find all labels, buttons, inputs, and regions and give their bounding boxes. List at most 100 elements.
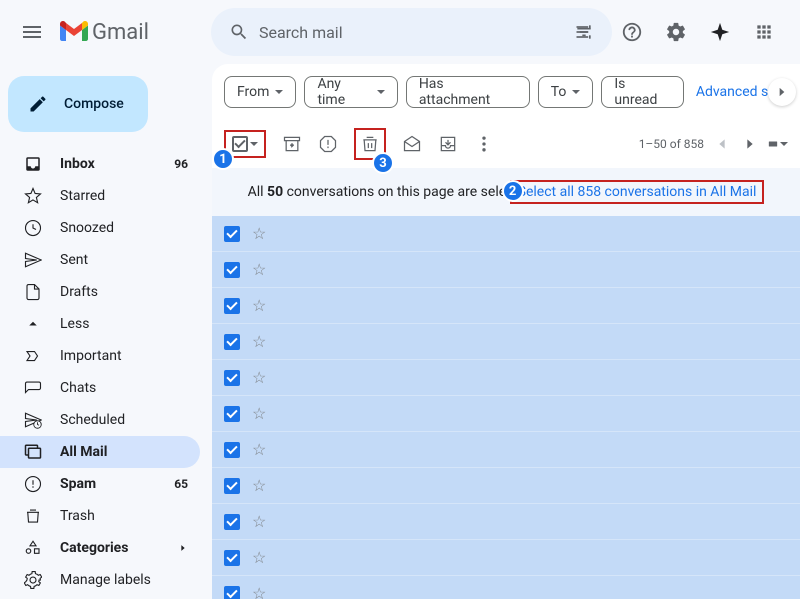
gemini-button[interactable] bbox=[700, 12, 740, 52]
row-checkbox[interactable] bbox=[224, 262, 240, 278]
row-checkbox[interactable] bbox=[224, 586, 240, 599]
spam-label: Spam bbox=[60, 476, 174, 492]
sidebar-item-scheduled[interactable]: Scheduled bbox=[0, 404, 200, 436]
mail-row[interactable]: ☆ bbox=[212, 324, 800, 360]
prev-page-button[interactable] bbox=[712, 134, 732, 154]
main-menu-button[interactable] bbox=[8, 8, 56, 56]
mail-list[interactable]: ☆ ☆ ☆ ☆ ☆ ☆ ☆ ☆ ☆ ☆ ☆ bbox=[212, 216, 800, 599]
mail-row[interactable]: ☆ bbox=[212, 252, 800, 288]
chevron-right-icon bbox=[775, 85, 789, 99]
sidebar-item-spam[interactable]: Spam65 bbox=[0, 468, 200, 500]
banner-text-prefix: All bbox=[248, 184, 267, 200]
mail-row[interactable]: ☆ bbox=[212, 360, 800, 396]
star-button[interactable]: ☆ bbox=[252, 404, 266, 423]
delete-button[interactable]: 3 bbox=[354, 128, 386, 160]
scheduled-label: Scheduled bbox=[60, 412, 188, 428]
select-all-conversations-link[interactable]: Select all 858 conversations in All Mail bbox=[518, 184, 757, 200]
important-label: Important bbox=[60, 348, 188, 364]
mail-row[interactable]: ☆ bbox=[212, 288, 800, 324]
page-info: 1–50 of 858 bbox=[639, 137, 704, 151]
sidebar-item-inbox[interactable]: Inbox96 bbox=[0, 148, 200, 180]
mail-row[interactable]: ☆ bbox=[212, 540, 800, 576]
search-icon[interactable] bbox=[219, 12, 259, 52]
gmail-logo[interactable]: Gmail bbox=[60, 20, 149, 45]
search-options-icon[interactable] bbox=[564, 12, 604, 52]
star-button[interactable]: ☆ bbox=[252, 476, 266, 495]
mail-row[interactable]: ☆ bbox=[212, 504, 800, 540]
row-checkbox[interactable] bbox=[224, 370, 240, 386]
filter-from[interactable]: From bbox=[224, 76, 296, 108]
star-button[interactable]: ☆ bbox=[252, 548, 266, 567]
starred-label: Starred bbox=[60, 188, 188, 204]
star-button[interactable]: ☆ bbox=[252, 440, 266, 459]
filter-has-attachment[interactable]: Has attachment bbox=[406, 76, 530, 108]
gmail-icon bbox=[60, 21, 88, 43]
keyboard-icon bbox=[768, 137, 778, 151]
sidebar-item-manage-labels[interactable]: Manage labels bbox=[0, 564, 200, 596]
compose-button[interactable]: Compose bbox=[8, 76, 148, 132]
search-input[interactable] bbox=[259, 23, 564, 42]
sidebar-item-less[interactable]: Less bbox=[0, 308, 200, 340]
sidebar-item-trash[interactable]: Trash bbox=[0, 500, 200, 532]
move-to-inbox-button[interactable] bbox=[438, 134, 458, 154]
row-checkbox[interactable] bbox=[224, 550, 240, 566]
chevron-left-icon bbox=[714, 136, 730, 152]
trash-label: Trash bbox=[60, 508, 188, 524]
inbox-label: Inbox bbox=[60, 156, 174, 172]
caret-down-icon bbox=[250, 142, 258, 146]
star-button[interactable]: ☆ bbox=[252, 260, 266, 279]
row-checkbox[interactable] bbox=[224, 478, 240, 494]
mark-read-button[interactable] bbox=[402, 134, 422, 154]
sidebar-item-allmail[interactable]: All Mail bbox=[0, 436, 200, 468]
star-button[interactable]: ☆ bbox=[252, 584, 266, 599]
mail-row[interactable]: ☆ bbox=[212, 396, 800, 432]
star-button[interactable]: ☆ bbox=[252, 224, 266, 243]
settings-button[interactable] bbox=[656, 12, 696, 52]
input-tools-button[interactable] bbox=[768, 134, 788, 154]
row-checkbox[interactable] bbox=[224, 226, 240, 242]
sidebar-item-chats[interactable]: Chats bbox=[0, 372, 200, 404]
scroll-filters-right-button[interactable] bbox=[768, 78, 796, 106]
archive-button[interactable] bbox=[282, 134, 302, 154]
caret-down-icon bbox=[572, 90, 580, 94]
star-button[interactable]: ☆ bbox=[252, 368, 266, 387]
sidebar-item-important[interactable]: Important bbox=[0, 340, 200, 372]
star-button[interactable]: ☆ bbox=[252, 512, 266, 531]
clock-icon bbox=[24, 219, 42, 237]
report-spam-button[interactable] bbox=[318, 134, 338, 154]
filter-anytime[interactable]: Any time bbox=[304, 76, 397, 108]
snoozed-label: Snoozed bbox=[60, 220, 188, 236]
sidebar-item-starred[interactable]: Starred bbox=[0, 180, 200, 212]
star-button[interactable]: ☆ bbox=[252, 332, 266, 351]
mail-row[interactable]: ☆ bbox=[212, 432, 800, 468]
help-button[interactable] bbox=[612, 12, 652, 52]
callout-2: 2 bbox=[502, 180, 524, 202]
delete-icon bbox=[360, 134, 380, 154]
row-checkbox[interactable] bbox=[224, 334, 240, 350]
allmail-label: All Mail bbox=[60, 444, 188, 460]
mail-row[interactable]: ☆ bbox=[212, 576, 800, 599]
select-all-checkbox[interactable]: 1 bbox=[224, 130, 266, 158]
star-button[interactable]: ☆ bbox=[252, 296, 266, 315]
sidebar-item-sent[interactable]: Sent bbox=[0, 244, 200, 276]
move-inbox-icon bbox=[438, 134, 458, 154]
row-checkbox[interactable] bbox=[224, 298, 240, 314]
caret-down-icon bbox=[275, 90, 283, 94]
filter-bar: From Any time Has attachment To Is unrea… bbox=[212, 64, 800, 120]
row-checkbox[interactable] bbox=[224, 406, 240, 422]
more-button[interactable] bbox=[474, 134, 494, 154]
filter-to[interactable]: To bbox=[538, 76, 594, 108]
mail-row[interactable]: ☆ bbox=[212, 468, 800, 504]
apps-button[interactable] bbox=[744, 12, 784, 52]
next-page-button[interactable] bbox=[740, 134, 760, 154]
row-checkbox[interactable] bbox=[224, 514, 240, 530]
row-checkbox[interactable] bbox=[224, 442, 240, 458]
callout-3: 3 bbox=[372, 152, 394, 174]
chats-label: Chats bbox=[60, 380, 188, 396]
sidebar-item-drafts[interactable]: Drafts bbox=[0, 276, 200, 308]
sidebar-item-categories[interactable]: Categories bbox=[0, 532, 200, 564]
sidebar-item-snoozed[interactable]: Snoozed bbox=[0, 212, 200, 244]
filter-is-unread[interactable]: Is unread bbox=[601, 76, 683, 108]
mail-row[interactable]: ☆ bbox=[212, 216, 800, 252]
search-box[interactable] bbox=[211, 8, 612, 56]
